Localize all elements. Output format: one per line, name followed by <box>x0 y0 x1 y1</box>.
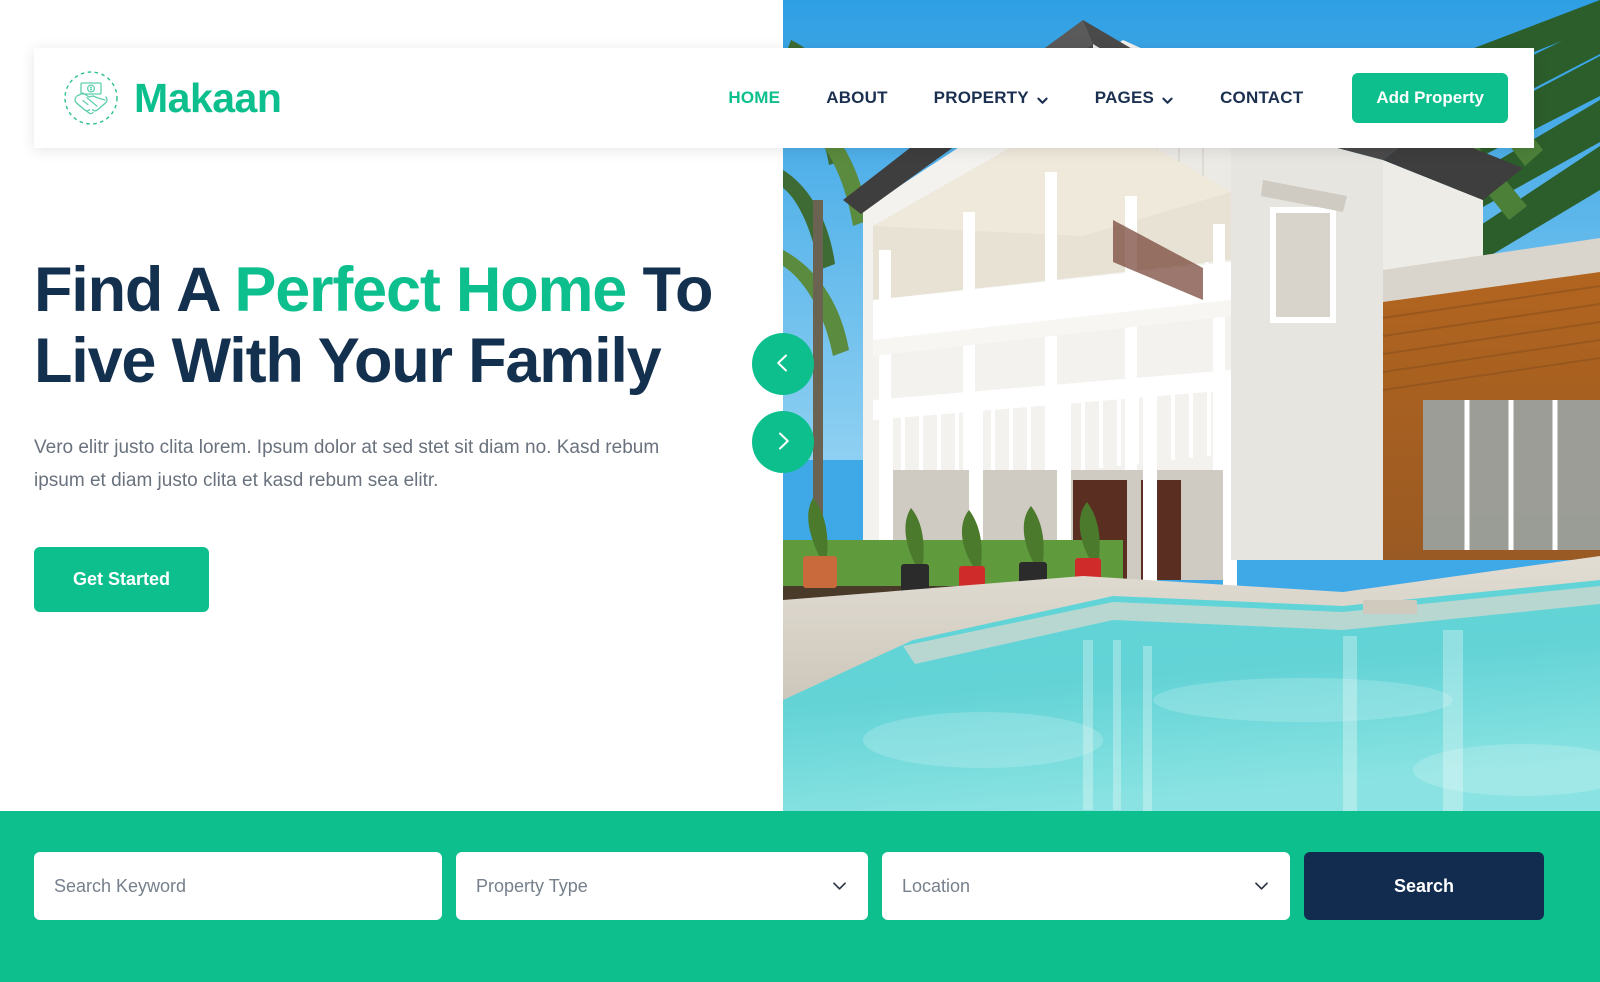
hero-description: Vero elitr justo clita lorem. Ipsum dolo… <box>34 437 660 491</box>
nav-item-property[interactable]: PROPERTY <box>911 88 1072 108</box>
nav-item-home[interactable]: HOME <box>705 88 803 108</box>
hero-content: Find A Perfect Home To Live With Your Fa… <box>34 255 734 613</box>
chevron-down-icon <box>1036 92 1049 105</box>
page-title: Find A Perfect Home To Live With Your Fa… <box>34 255 734 396</box>
search-keyword-placeholder: Search Keyword <box>54 875 187 896</box>
add-property-button[interactable]: Add Property <box>1352 73 1508 123</box>
nav-label-contact: CONTACT <box>1220 88 1304 107</box>
search-keyword-input[interactable]: Search Keyword <box>34 852 442 920</box>
location-value: Location <box>902 875 971 896</box>
nav-label-pages: PAGES <box>1094 88 1155 107</box>
nav-item-contact[interactable]: CONTACT <box>1197 88 1326 108</box>
brand-logo[interactable]: Makaan <box>62 69 282 127</box>
carousel-prev-button[interactable] <box>752 333 814 395</box>
chevron-down-icon <box>1161 92 1174 105</box>
property-type-value: Property Type <box>476 875 588 896</box>
carousel-next-button[interactable] <box>752 411 814 473</box>
headline-part1: Find A <box>34 255 235 325</box>
nav-item-pages[interactable]: PAGES <box>1072 88 1197 108</box>
search-fields-row: Search Keyword Property Type Location Se… <box>34 852 1544 920</box>
nav-label-about: ABOUT <box>826 88 888 107</box>
headline-accent: Perfect Home <box>234 255 627 325</box>
chevron-down-icon <box>831 878 848 895</box>
chevron-left-icon <box>772 352 794 377</box>
get-started-button[interactable]: Get Started <box>34 547 210 613</box>
location-select[interactable]: Location <box>882 852 1290 920</box>
landing-page: Makaan HOME ABOUT PROPERTY PAGES CONTACT… <box>0 0 1600 982</box>
nav-item-about[interactable]: ABOUT <box>803 88 910 108</box>
chevron-right-icon <box>772 430 794 455</box>
property-search-bar: Search Keyword Property Type Location Se… <box>0 811 1600 982</box>
handshake-money-icon <box>62 69 120 127</box>
main-nav: HOME ABOUT PROPERTY PAGES CONTACT Add Pr… <box>705 73 1508 123</box>
chevron-down-icon <box>1253 878 1270 895</box>
property-type-select[interactable]: Property Type <box>456 852 868 920</box>
nav-label-home: HOME <box>728 88 781 107</box>
brand-name: Makaan <box>134 74 282 121</box>
nav-label-property: PROPERTY <box>933 88 1029 107</box>
site-header: Makaan HOME ABOUT PROPERTY PAGES CONTACT… <box>34 48 1534 148</box>
search-button[interactable]: Search <box>1304 852 1544 920</box>
